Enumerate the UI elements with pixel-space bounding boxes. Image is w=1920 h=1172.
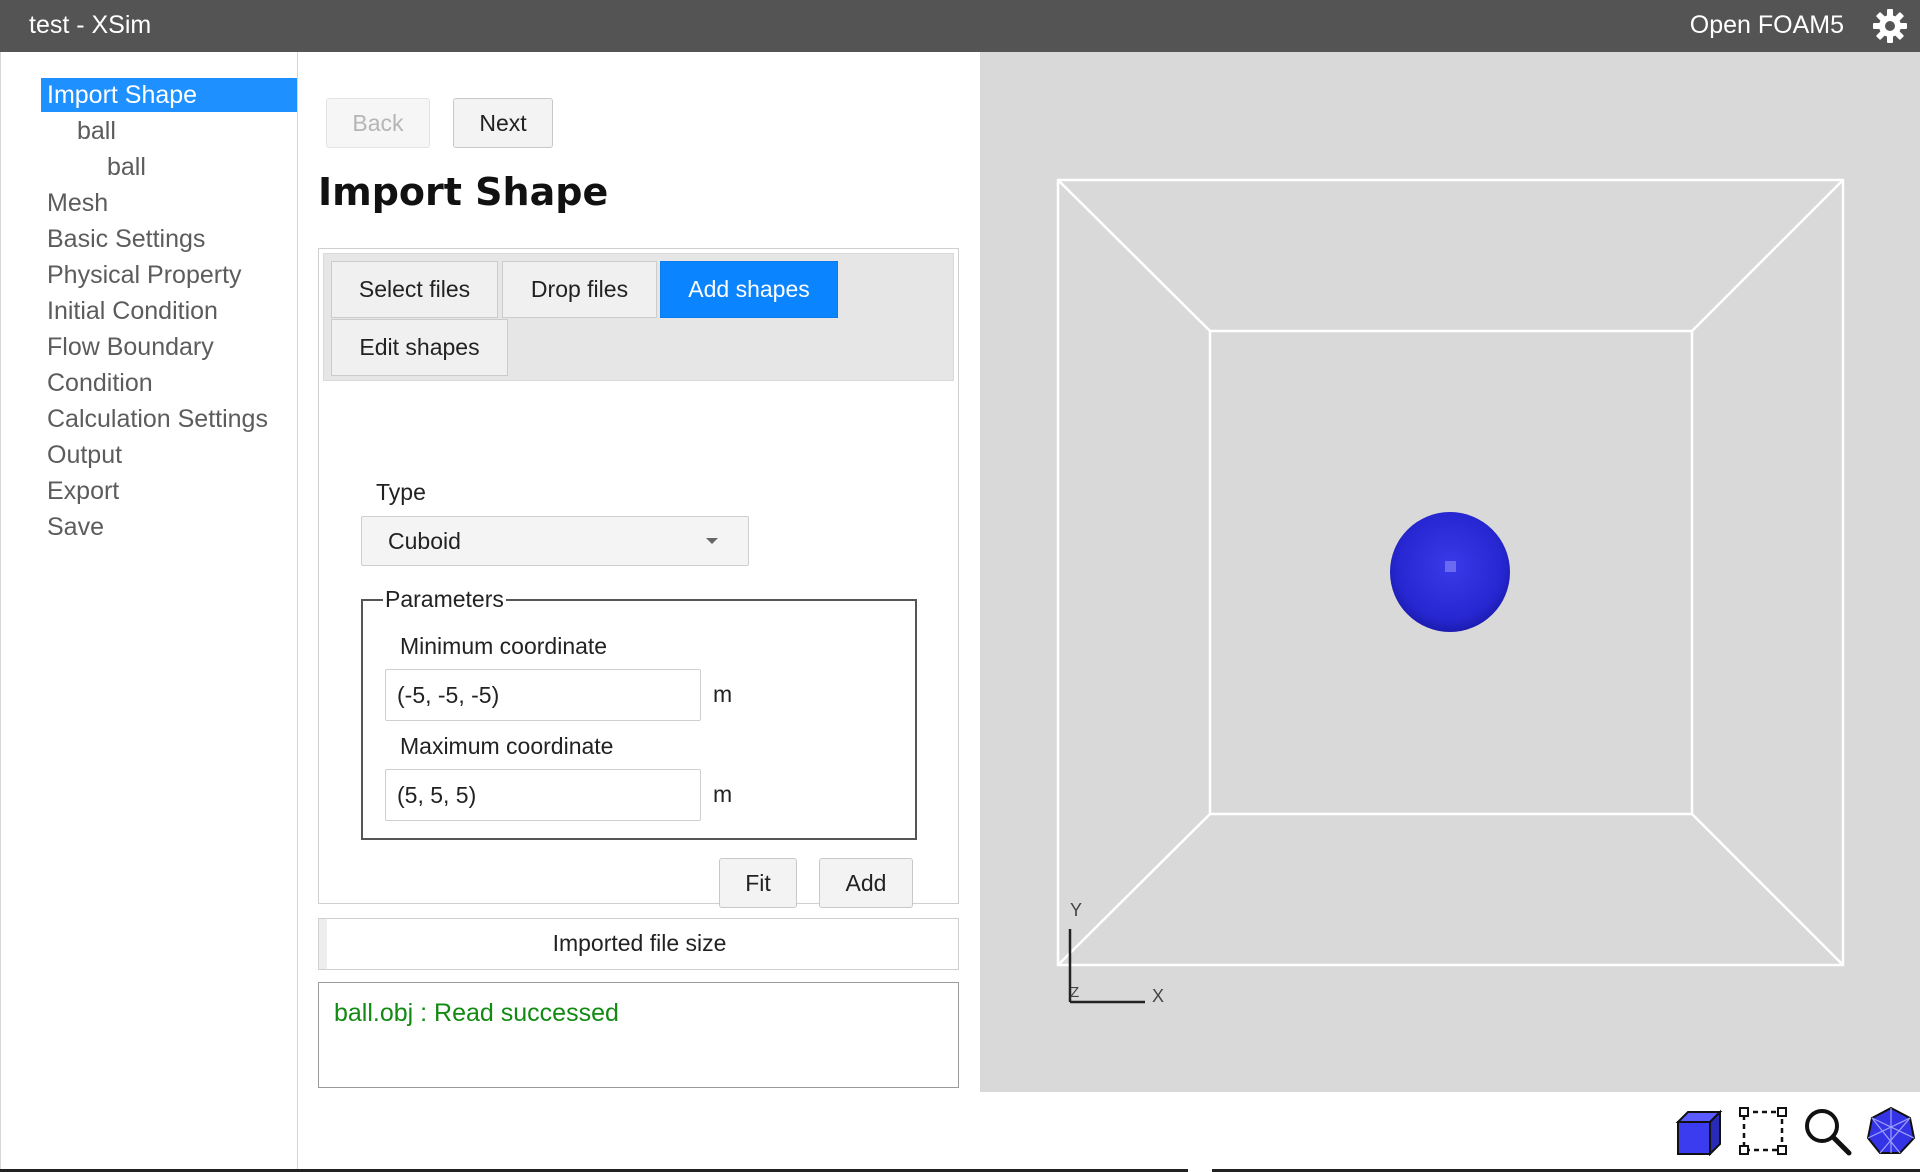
log-panel: ball.obj : Read successed bbox=[318, 982, 959, 1088]
axis-y-label: Y bbox=[1070, 900, 1083, 920]
zoom-icon[interactable] bbox=[1802, 1106, 1852, 1156]
imported-file-size-label: Imported file size bbox=[552, 930, 727, 956]
3d-viewer[interactable]: Y X Z bbox=[980, 52, 1920, 1092]
wizard-panel: Back Next Import Shape Select files Drop… bbox=[299, 52, 980, 1172]
nav-item-ball-child[interactable]: ball bbox=[107, 150, 146, 184]
cube-view-icon[interactable] bbox=[1674, 1106, 1724, 1156]
type-select-value: Cuboid bbox=[388, 528, 461, 554]
min-coordinate-input[interactable]: (-5, -5, -5) bbox=[385, 669, 701, 721]
gear-icon[interactable] bbox=[1870, 6, 1910, 46]
min-coordinate-label: Minimum coordinate bbox=[400, 633, 608, 659]
window-title: test - XSim bbox=[29, 11, 152, 39]
type-label: Type bbox=[376, 479, 426, 505]
title-bar: test - XSim Open FOAM5 bbox=[0, 0, 1920, 52]
viewer-toolbar bbox=[980, 1092, 1920, 1172]
step-navigation: Import Shape ball ball Mesh Basic Settin… bbox=[0, 52, 298, 1172]
axis-z-label: Z bbox=[1070, 984, 1080, 1001]
parameters-group: Parameters Minimum coordinate (-5, -5, -… bbox=[361, 586, 917, 840]
tab-drop-files[interactable]: Drop files bbox=[502, 261, 657, 318]
wireframe-icon[interactable] bbox=[1866, 1106, 1916, 1156]
nav-item-condition[interactable]: Condition bbox=[47, 366, 153, 400]
solver-name: Open FOAM5 bbox=[1689, 11, 1844, 39]
max-coordinate-input[interactable]: (5, 5, 5) bbox=[385, 769, 701, 821]
nav-item-mesh[interactable]: Mesh bbox=[47, 186, 108, 220]
parameters-legend: Parameters bbox=[383, 586, 506, 613]
nav-item-flow-boundary[interactable]: Flow Boundary bbox=[47, 330, 214, 364]
min-coordinate-unit: m bbox=[713, 681, 733, 707]
nav-item-output[interactable]: Output bbox=[47, 438, 122, 472]
select-region-icon[interactable] bbox=[1738, 1106, 1788, 1156]
chevron-down-icon bbox=[706, 538, 718, 544]
tab-add-shapes[interactable]: Add shapes bbox=[660, 261, 838, 318]
add-button[interactable]: Add bbox=[819, 858, 913, 908]
page-title: Import Shape bbox=[318, 170, 609, 214]
shape-card: Select files Drop files Add shapes Edit … bbox=[318, 248, 959, 908]
type-select[interactable]: Cuboid bbox=[361, 516, 749, 566]
max-coordinate-label: Maximum coordinate bbox=[400, 733, 614, 759]
nav-item-export[interactable]: Export bbox=[47, 474, 119, 508]
nav-item-calculation-settings[interactable]: Calculation Settings bbox=[47, 402, 268, 436]
nav-item-import-shape[interactable]: Import Shape bbox=[41, 78, 297, 112]
nav-item-physical-property[interactable]: Physical Property bbox=[47, 258, 242, 292]
nav-item-save[interactable]: Save bbox=[47, 510, 104, 544]
nav-item-initial-condition[interactable]: Initial Condition bbox=[47, 294, 218, 328]
fit-button[interactable]: Fit bbox=[719, 858, 797, 908]
viewer-canvas bbox=[1056, 178, 1845, 1004]
back-button[interactable]: Back bbox=[326, 98, 430, 148]
axis-x-label: X bbox=[1152, 986, 1165, 1006]
max-coordinate-unit: m bbox=[713, 781, 733, 807]
log-message: ball.obj : Read successed bbox=[334, 999, 619, 1027]
nav-item-basic-settings[interactable]: Basic Settings bbox=[47, 222, 205, 256]
imported-file-size-bar: Imported file size bbox=[318, 918, 959, 970]
next-button[interactable]: Next bbox=[453, 98, 553, 148]
nav-item-ball[interactable]: ball bbox=[77, 114, 116, 148]
tab-select-files[interactable]: Select files bbox=[331, 261, 498, 318]
tab-strip: Select files Drop files Add shapes Edit … bbox=[323, 253, 954, 381]
tab-edit-shapes[interactable]: Edit shapes bbox=[331, 319, 508, 376]
